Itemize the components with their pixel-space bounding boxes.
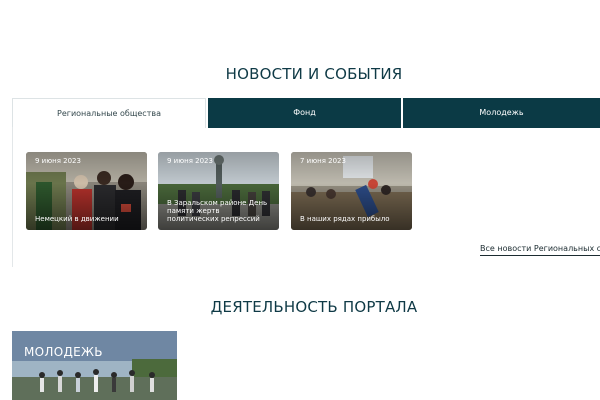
news-card-caption: В наших рядах прибыло [300,215,390,223]
news-card[interactable]: 9 июня 2023 Немецкий в движении [26,152,147,230]
news-card-date: 9 июня 2023 [167,157,213,165]
portal-card-image [12,331,177,400]
news-card[interactable]: 7 июня 2023 В наших рядах прибыло [291,152,412,230]
tab-regional-societies[interactable]: Региональные общества [12,98,206,128]
news-card-caption: Немецкий в движении [35,215,119,223]
news-card-date: 7 июня 2023 [300,157,346,165]
news-card-date: 9 июня 2023 [35,157,81,165]
news-card[interactable]: 9 июня 2023 В Заральском районе День пам… [158,152,279,230]
news-section-title: НОВОСТИ И СОБЫТИЯ [225,65,403,83]
link-underline [480,255,600,256]
all-news-link[interactable]: Все новости Региональных общес [480,244,600,253]
tab-youth[interactable]: Молодежь [403,98,600,128]
portal-card-youth[interactable]: МОЛОДЕЖЬ [12,331,177,400]
portal-section-title: ДЕЯТЕЛЬНОСТЬ ПОРТАЛА [210,298,418,316]
news-card-caption: В Заральском районе День памяти жертв по… [167,199,268,223]
news-tabs: Региональные общества Фонд Молодежь [12,98,600,128]
portal-card-label: МОЛОДЕЖЬ [24,345,103,359]
tab-fund[interactable]: Фонд [208,98,401,128]
